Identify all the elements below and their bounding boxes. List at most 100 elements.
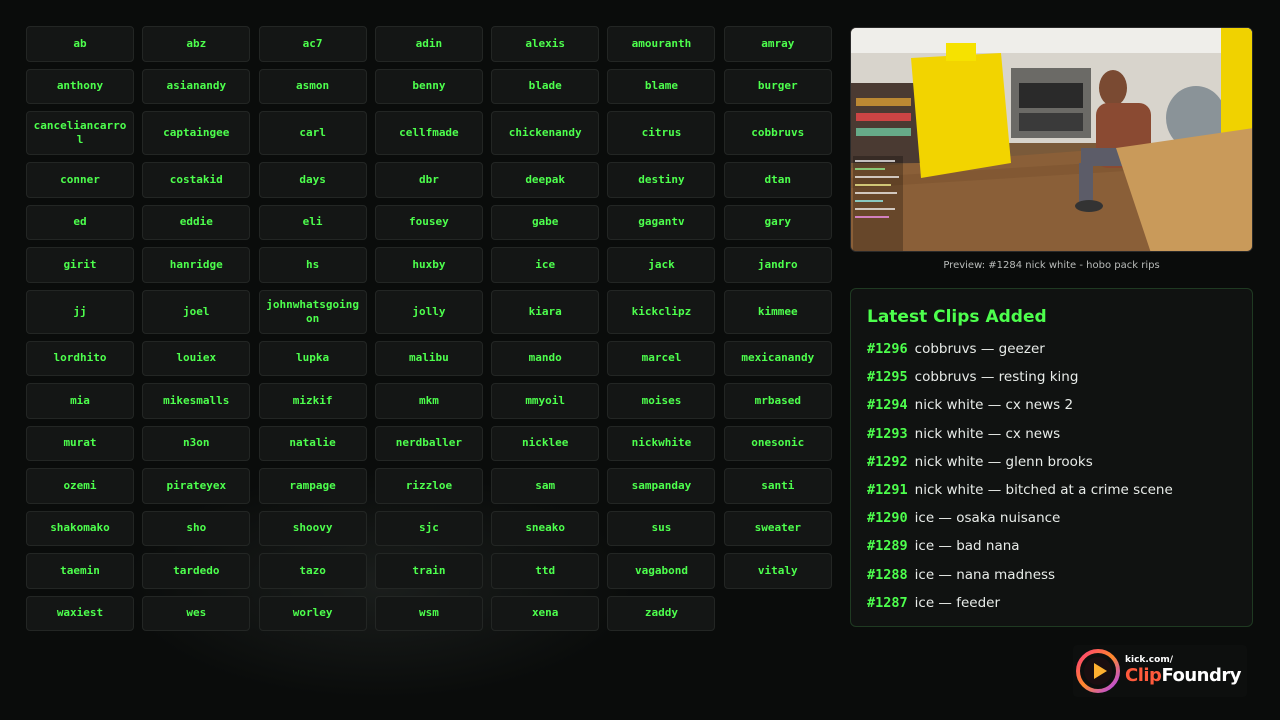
streamer-button-gagantv[interactable]: gagantv bbox=[607, 204, 716, 240]
streamer-button-mikesmalls[interactable]: mikesmalls bbox=[142, 383, 251, 419]
clip-list-item[interactable]: #1287 ice — feeder bbox=[867, 589, 1236, 617]
streamer-button-alexis[interactable]: alexis bbox=[491, 26, 600, 62]
streamer-button-eli[interactable]: eli bbox=[258, 204, 367, 240]
streamer-button-deepak[interactable]: deepak bbox=[491, 162, 600, 198]
streamer-button-kiara[interactable]: kiara bbox=[491, 289, 600, 334]
streamer-button-jolly[interactable]: jolly bbox=[374, 289, 483, 334]
streamer-button-nickwhite[interactable]: nickwhite bbox=[607, 425, 716, 461]
streamer-button-anthony[interactable]: anthony bbox=[26, 68, 134, 104]
streamer-button-burger[interactable]: burger bbox=[723, 68, 832, 104]
streamer-button-ac7[interactable]: ac7 bbox=[258, 26, 367, 62]
streamer-button-days[interactable]: days bbox=[258, 162, 367, 198]
streamer-button-dtan[interactable]: dtan bbox=[723, 162, 832, 198]
video-preview[interactable] bbox=[850, 27, 1253, 252]
streamer-button-cobbruvs[interactable]: cobbruvs bbox=[723, 111, 832, 155]
streamer-button-nerdballer[interactable]: nerdballer bbox=[374, 425, 483, 461]
streamer-button-nicklee[interactable]: nicklee bbox=[491, 425, 600, 461]
streamer-button-louiex[interactable]: louiex bbox=[142, 340, 251, 376]
streamer-button-huxby[interactable]: huxby bbox=[374, 247, 483, 283]
streamer-button-waxiest[interactable]: waxiest bbox=[26, 595, 134, 631]
streamer-button-ice[interactable]: ice bbox=[491, 247, 600, 283]
streamer-button-sho[interactable]: sho bbox=[142, 510, 251, 546]
streamer-button-conner[interactable]: conner bbox=[26, 162, 134, 198]
streamer-button-gabe[interactable]: gabe bbox=[491, 204, 600, 240]
streamer-button-rampage[interactable]: rampage bbox=[258, 468, 367, 504]
clip-list-item[interactable]: #1289 ice — bad nana bbox=[867, 532, 1236, 560]
streamer-button-mando[interactable]: mando bbox=[491, 340, 600, 376]
clip-list-item[interactable]: #1293 nick white — cx news bbox=[867, 420, 1236, 448]
streamer-button-natalie[interactable]: natalie bbox=[258, 425, 367, 461]
streamer-button-marcel[interactable]: marcel bbox=[607, 340, 716, 376]
streamer-button-amouranth[interactable]: amouranth bbox=[607, 26, 716, 62]
streamer-button-zaddy[interactable]: zaddy bbox=[607, 595, 716, 631]
streamer-button-sampanday[interactable]: sampanday bbox=[607, 468, 716, 504]
streamer-button-shoovy[interactable]: shoovy bbox=[258, 510, 367, 546]
clip-list-item[interactable]: #1294 nick white — cx news 2 bbox=[867, 391, 1236, 419]
streamer-button-mrbased[interactable]: mrbased bbox=[723, 383, 832, 419]
streamer-button-santi[interactable]: santi bbox=[723, 468, 832, 504]
streamer-button-tardedo[interactable]: tardedo bbox=[142, 553, 251, 589]
streamer-button-ab[interactable]: ab bbox=[26, 26, 134, 62]
streamer-button-tazo[interactable]: tazo bbox=[258, 553, 367, 589]
clip-list-item[interactable]: #1288 ice — nana madness bbox=[867, 561, 1236, 589]
streamer-button-chickenandy[interactable]: chickenandy bbox=[491, 111, 600, 155]
streamer-button-kickclipz[interactable]: kickclipz bbox=[607, 289, 716, 334]
streamer-button-canceliancarrol[interactable]: canceliancarrol bbox=[26, 111, 134, 155]
streamer-button-johnwhatsgoingon[interactable]: johnwhatsgoingon bbox=[258, 289, 367, 334]
streamer-button-hanridge[interactable]: hanridge bbox=[142, 247, 251, 283]
streamer-button-gary[interactable]: gary bbox=[723, 204, 832, 240]
streamer-button-sus[interactable]: sus bbox=[607, 510, 716, 546]
streamer-button-shakomako[interactable]: shakomako bbox=[26, 510, 134, 546]
streamer-button-sjc[interactable]: sjc bbox=[374, 510, 483, 546]
streamer-button-asianandy[interactable]: asianandy bbox=[142, 68, 251, 104]
streamer-button-sneako[interactable]: sneako bbox=[491, 510, 600, 546]
streamer-button-eddie[interactable]: eddie bbox=[142, 204, 251, 240]
clip-list-item[interactable]: #1295 cobbruvs — resting king bbox=[867, 363, 1236, 391]
streamer-button-rizzloe[interactable]: rizzloe bbox=[374, 468, 483, 504]
streamer-button-benny[interactable]: benny bbox=[374, 68, 483, 104]
streamer-button-abz[interactable]: abz bbox=[142, 26, 251, 62]
streamer-button-adin[interactable]: adin bbox=[374, 26, 483, 62]
streamer-button-sam[interactable]: sam bbox=[491, 468, 600, 504]
streamer-button-blame[interactable]: blame bbox=[607, 68, 716, 104]
streamer-button-malibu[interactable]: malibu bbox=[374, 340, 483, 376]
streamer-button-blade[interactable]: blade bbox=[491, 68, 600, 104]
clip-list-item[interactable]: #1290 ice — osaka nuisance bbox=[867, 504, 1236, 532]
streamer-button-xena[interactable]: xena bbox=[491, 595, 600, 631]
streamer-button-costakid[interactable]: costakid bbox=[142, 162, 251, 198]
streamer-button-lupka[interactable]: lupka bbox=[258, 340, 367, 376]
streamer-button-ed[interactable]: ed bbox=[26, 204, 134, 240]
streamer-button-ttd[interactable]: ttd bbox=[491, 553, 600, 589]
streamer-button-onesonic[interactable]: onesonic bbox=[723, 425, 832, 461]
streamer-button-taemin[interactable]: taemin bbox=[26, 553, 134, 589]
clip-list-item[interactable]: #1292 nick white — glenn brooks bbox=[867, 448, 1236, 476]
streamer-button-vagabond[interactable]: vagabond bbox=[607, 553, 716, 589]
streamer-button-jack[interactable]: jack bbox=[607, 247, 716, 283]
streamer-button-moises[interactable]: moises bbox=[607, 383, 716, 419]
streamer-button-citrus[interactable]: citrus bbox=[607, 111, 716, 155]
streamer-button-hs[interactable]: hs bbox=[258, 247, 367, 283]
streamer-button-jandro[interactable]: jandro bbox=[723, 247, 832, 283]
streamer-button-mia[interactable]: mia bbox=[26, 383, 134, 419]
streamer-button-mmyoil[interactable]: mmyoil bbox=[491, 383, 600, 419]
streamer-button-n3on[interactable]: n3on bbox=[142, 425, 251, 461]
streamer-button-destiny[interactable]: destiny bbox=[607, 162, 716, 198]
streamer-button-jj[interactable]: jj bbox=[26, 289, 134, 334]
streamer-button-kimmee[interactable]: kimmee bbox=[723, 289, 832, 334]
streamer-button-amray[interactable]: amray bbox=[723, 26, 832, 62]
streamer-button-lordhito[interactable]: lordhito bbox=[26, 340, 134, 376]
streamer-button-cellfmade[interactable]: cellfmade bbox=[374, 111, 483, 155]
streamer-button-vitaly[interactable]: vitaly bbox=[723, 553, 832, 589]
streamer-button-joel[interactable]: joel bbox=[142, 289, 251, 334]
streamer-button-pirateyex[interactable]: pirateyex bbox=[142, 468, 251, 504]
streamer-button-ozemi[interactable]: ozemi bbox=[26, 468, 134, 504]
clip-list-item[interactable]: #1291 nick white — bitched at a crime sce… bbox=[867, 476, 1236, 504]
clip-list-item[interactable]: #1296 cobbruvs — geezer bbox=[867, 335, 1236, 363]
streamer-button-mizkif[interactable]: mizkif bbox=[258, 383, 367, 419]
streamer-button-captaingee[interactable]: captaingee bbox=[142, 111, 251, 155]
streamer-button-mkm[interactable]: mkm bbox=[374, 383, 483, 419]
streamer-button-girit[interactable]: girit bbox=[26, 247, 134, 283]
streamer-button-asmon[interactable]: asmon bbox=[258, 68, 367, 104]
streamer-button-worley[interactable]: worley bbox=[258, 595, 367, 631]
streamer-button-wes[interactable]: wes bbox=[142, 595, 251, 631]
